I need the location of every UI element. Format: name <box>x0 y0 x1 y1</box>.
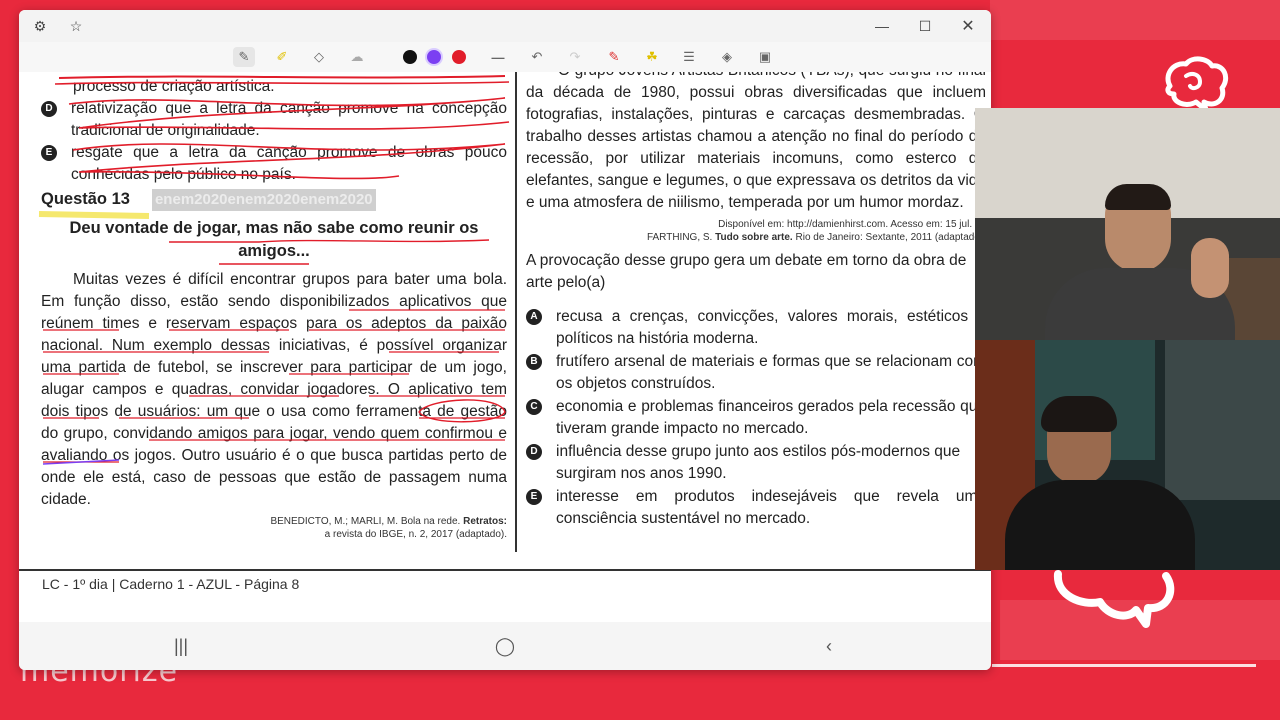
color-red-swatch[interactable] <box>452 50 466 64</box>
background-line <box>992 664 1256 667</box>
option-letter: A <box>526 309 542 325</box>
text-body: Muitas vezes é difícil encontrar grupos … <box>41 271 507 508</box>
source: Disponível em: http://damienhirst.com. A… <box>526 218 986 244</box>
star-icon[interactable]: ☆ <box>65 16 87 36</box>
close-button[interactable]: ✕ <box>957 16 979 36</box>
options-list: Arecusa a crenças, convicções, valores m… <box>526 306 986 530</box>
citation-bold: Tudo sobre arte. <box>715 232 793 243</box>
option-text: frutífero arsenal de materiais e formas … <box>556 353 986 392</box>
option-text: economia e problemas financeiros gerados… <box>556 398 986 437</box>
text-heading: Deu vontade de jogar, mas não sabe como … <box>69 219 479 260</box>
art-text: O grupo Jovens Artistas Britânicos (YBAs… <box>526 72 986 211</box>
citation-line: a revista do IBGE, n. 2, 2017 (adaptado)… <box>324 529 507 540</box>
redo-icon[interactable]: ↷ <box>564 47 586 67</box>
right-column: O grupo Jovens Artistas Britânicos (YBAs… <box>526 72 986 530</box>
prev-option-d: D relativização que a letra da canção pr… <box>41 98 507 142</box>
option-letter: D <box>41 101 57 117</box>
note-app-window: ⚙ ☆ — ☐ ✕ ✎ ✐ ◇ ☁ — ↶ ↷ ✎ ☘ ☰ ◈ ▣ proces… <box>19 10 991 670</box>
person-shirt <box>1005 480 1195 570</box>
question-label: Questão 13 <box>41 190 130 208</box>
citation-bold: Retratos: <box>463 516 507 527</box>
citation-prefix: FARTHING, S. <box>646 232 713 243</box>
webcam-feed-bottom <box>975 340 1280 570</box>
option-text: interesse em produtos indesejáveis que r… <box>556 488 986 527</box>
lasso-icon[interactable]: ☁ <box>346 47 368 67</box>
option-e: Einteresse em produtos indesejáveis que … <box>526 486 986 530</box>
undo-icon[interactable]: ↶ <box>526 47 548 67</box>
document-page: processo de criação artística. D relativ… <box>19 72 991 572</box>
brain-logo-icon <box>1165 56 1229 112</box>
shapes-icon[interactable]: ◈ <box>716 47 738 67</box>
option-letter: E <box>526 489 542 505</box>
citation-suffix: Rio de Janeiro: Sextante, 2011 (adaptado… <box>795 232 987 243</box>
option-letter: B <box>526 354 542 370</box>
question-prompt: A provocação desse grupo gera um debate … <box>526 252 967 291</box>
source-line: Disponível em: http://damienhirst.com. A… <box>718 219 986 230</box>
prev-option-e: E resgate que a letra da canção promove … <box>41 142 507 186</box>
color-black-swatch[interactable] <box>403 50 417 64</box>
enem-watermark: enem2020enem2020enem2020 <box>151 189 376 211</box>
pen-toolbar: ✎ ✐ ◇ ☁ — ↶ ↷ ✎ ☘ ☰ ◈ ▣ <box>19 42 991 72</box>
person-hair <box>1041 396 1117 432</box>
person-hand <box>1191 238 1229 298</box>
option-letter: D <box>526 444 542 460</box>
android-nav-bar: ||| ◯ ‹ <box>19 622 991 670</box>
back-icon[interactable]: ‹ <box>815 634 843 658</box>
text-fit-icon[interactable]: ☰ <box>678 47 700 67</box>
citation: BENEDICTO, M.; MARLI, M. Bola na rede. R… <box>41 515 507 541</box>
option-c: Ceconomia e problemas financeiros gerado… <box>526 396 986 440</box>
page-footer: LC - 1º dia | Caderno 1 - AZUL - Página … <box>42 576 300 592</box>
option-text: recusa a crenças, convicções, valores mo… <box>556 308 986 347</box>
settings-icon[interactable]: ⚙ <box>29 16 51 36</box>
ink-to-shape-icon[interactable]: ✎ <box>603 47 625 67</box>
citation-line: BENEDICTO, M.; MARLI, M. Bola na rede. <box>270 516 461 527</box>
pen-icon[interactable]: ✎ <box>233 47 255 67</box>
option-a: Arecusa a crenças, convicções, valores m… <box>526 306 986 350</box>
option-letter: C <box>526 399 542 415</box>
eraser-icon[interactable]: ◇ <box>308 47 330 67</box>
left-column: processo de criação artística. D relativ… <box>41 72 507 541</box>
option-text: relativização que a letra da canção prom… <box>71 100 507 139</box>
column-divider <box>515 72 517 552</box>
sticker-icon[interactable]: ☘ <box>641 47 663 67</box>
option-text: influência desse grupo junto aos estilos… <box>556 443 961 482</box>
home-icon[interactable]: ◯ <box>491 634 519 658</box>
minimize-button[interactable]: — <box>871 16 893 36</box>
person-hair <box>1105 184 1171 210</box>
prev-option-tail: processo de criação artística. <box>73 78 275 95</box>
line-icon[interactable]: — <box>487 47 509 67</box>
highlighter-icon[interactable]: ✐ <box>271 47 293 67</box>
brain-logo-large-icon <box>1053 570 1175 628</box>
option-letter: E <box>41 145 57 161</box>
option-d: Dinfluência desse grupo junto aos estilo… <box>526 441 986 485</box>
maximize-button[interactable]: ☐ <box>914 16 936 36</box>
window <box>1165 340 1280 500</box>
background-stripe <box>990 0 1280 40</box>
option-b: Bfrutífero arsenal de materiais e formas… <box>526 351 986 395</box>
webcam-feed-top <box>975 108 1280 340</box>
question-header: Questão 13 enem2020enem2020enem2020 <box>41 188 507 211</box>
page-icon[interactable]: ▣ <box>754 47 776 67</box>
option-text: resgate que a letra da canção promove de… <box>71 144 507 183</box>
footer-rule <box>19 569 991 571</box>
recent-apps-icon[interactable]: ||| <box>167 634 195 658</box>
color-purple-swatch[interactable] <box>427 50 441 64</box>
title-bar: ⚙ ☆ — ☐ ✕ <box>19 10 991 42</box>
